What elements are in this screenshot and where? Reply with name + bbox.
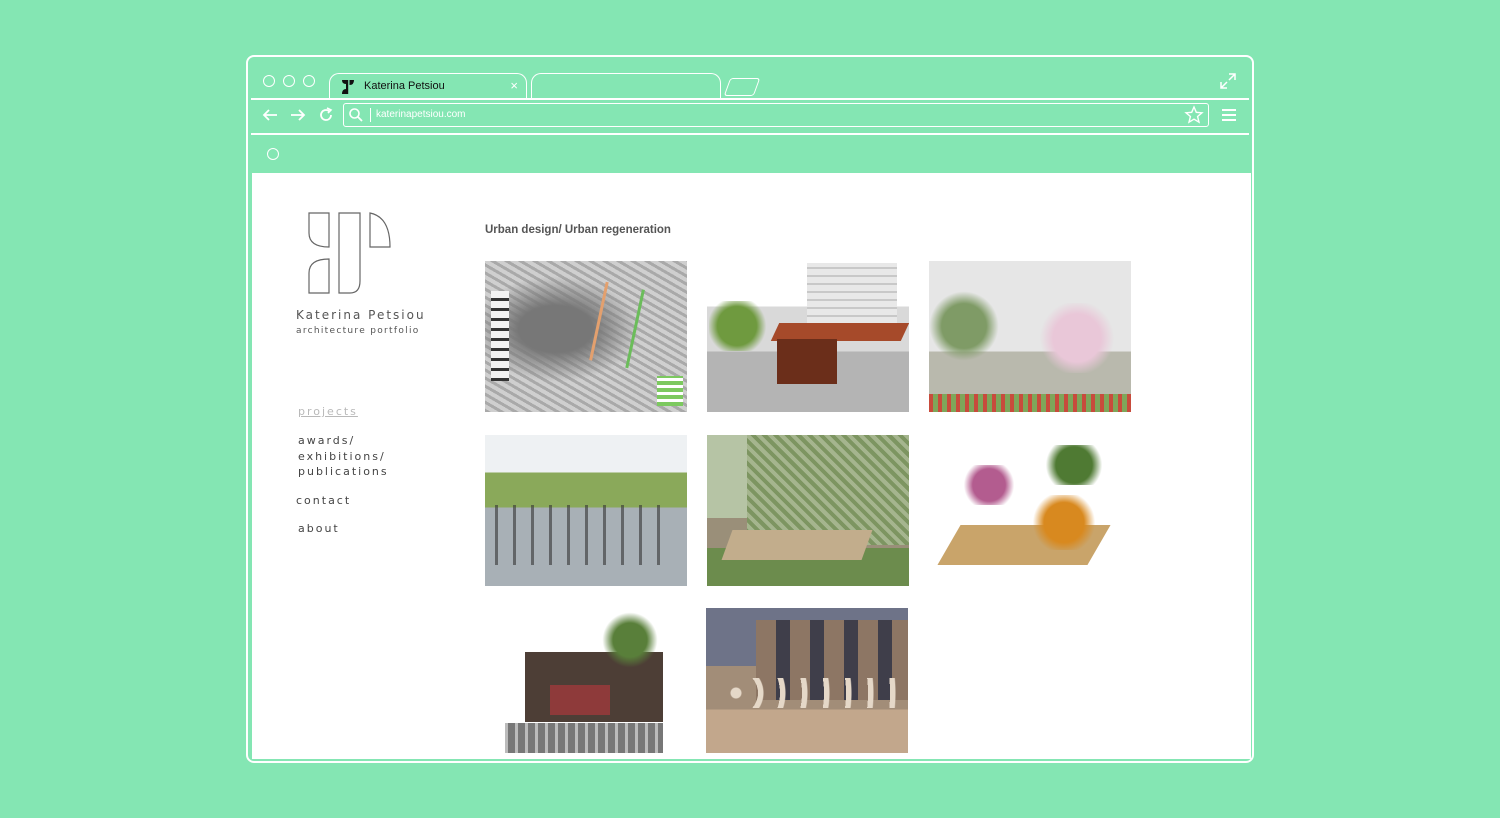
menu-icon[interactable] [1221, 108, 1237, 122]
window-close-dot[interactable] [263, 75, 275, 87]
project-thumbnail-collage[interactable] [929, 435, 1131, 586]
site-logo-icon [342, 80, 354, 94]
project-thumbnail-plaza[interactable] [485, 435, 687, 586]
map-route [589, 281, 645, 369]
map-key [657, 376, 683, 406]
tree-render [726, 678, 896, 708]
tab-title: Katerina Petsiou [364, 80, 445, 92]
green-wall-render [747, 435, 909, 545]
window-maximize-dot[interactable] [303, 75, 315, 87]
boardwalk-render [721, 530, 873, 560]
building-render [807, 263, 897, 323]
toolbar-divider [251, 133, 1249, 135]
url-text[interactable]: katerinapetsiou.com [376, 109, 466, 120]
tab-empty[interactable] [531, 73, 721, 100]
flowerbed-render [929, 394, 1131, 412]
reload-icon[interactable] [317, 106, 335, 124]
forward-arrow-icon[interactable] [289, 106, 307, 124]
tabstrip-divider [251, 98, 1249, 100]
nav-contact[interactable]: contact [296, 493, 351, 509]
project-thumbnail-palm-pavilion[interactable] [505, 610, 663, 753]
tree-render [709, 301, 779, 351]
expand-icon[interactable] [1219, 72, 1237, 90]
cafe-kiosk [777, 339, 837, 384]
people-render [495, 505, 675, 565]
nav-awards-exhibitions-publications[interactable]: awards/ exhibitions/ publications [298, 433, 389, 480]
tree-render [929, 291, 999, 361]
window-minimize-dot[interactable] [283, 75, 295, 87]
nav-projects[interactable]: projects [298, 404, 358, 420]
crowd-render [505, 723, 663, 753]
window-controls [263, 75, 315, 87]
star-icon[interactable] [1184, 105, 1204, 125]
address-bar[interactable]: katerinapetsiou.com [343, 103, 1209, 127]
blossom-tree-render [1037, 303, 1117, 373]
address-separator [370, 108, 371, 122]
blossom-tree-render [959, 465, 1019, 505]
project-thumbnail-courtyard[interactable] [929, 261, 1131, 412]
autumn-tree-render [1029, 495, 1099, 550]
browser-chrome: Katerina Petsiou × katerinapetsiou.com K… [251, 60, 1251, 759]
back-arrow-icon[interactable] [261, 106, 279, 124]
brand-subtitle: architecture portfolio [296, 326, 420, 336]
new-tab-button[interactable] [723, 78, 761, 96]
section-title: Urban design/ Urban regeneration [485, 224, 671, 236]
project-thumbnail-aqueduct[interactable] [706, 608, 908, 753]
bookmark-icon[interactable] [267, 148, 279, 160]
tab-active[interactable]: Katerina Petsiou × [329, 73, 527, 100]
site-logo[interactable] [308, 211, 392, 295]
search-icon [349, 108, 363, 122]
tree-render [1039, 445, 1109, 485]
palm-tree-render [600, 610, 660, 670]
project-thumbnail-map[interactable] [485, 261, 687, 412]
brand-name: Katerina Petsiou [296, 308, 426, 322]
project-thumbnail-green-wall[interactable] [707, 435, 909, 586]
page-viewport: Katerina Petsiou architecture portfolio … [252, 173, 1251, 759]
map-legend [491, 291, 509, 381]
nav-about[interactable]: about [298, 521, 340, 537]
project-thumbnail-cafe-pavilion[interactable] [707, 261, 909, 412]
close-icon[interactable]: × [510, 78, 518, 93]
mural-render [550, 685, 610, 715]
browser-window: Katerina Petsiou × katerinapetsiou.com K… [246, 55, 1254, 763]
